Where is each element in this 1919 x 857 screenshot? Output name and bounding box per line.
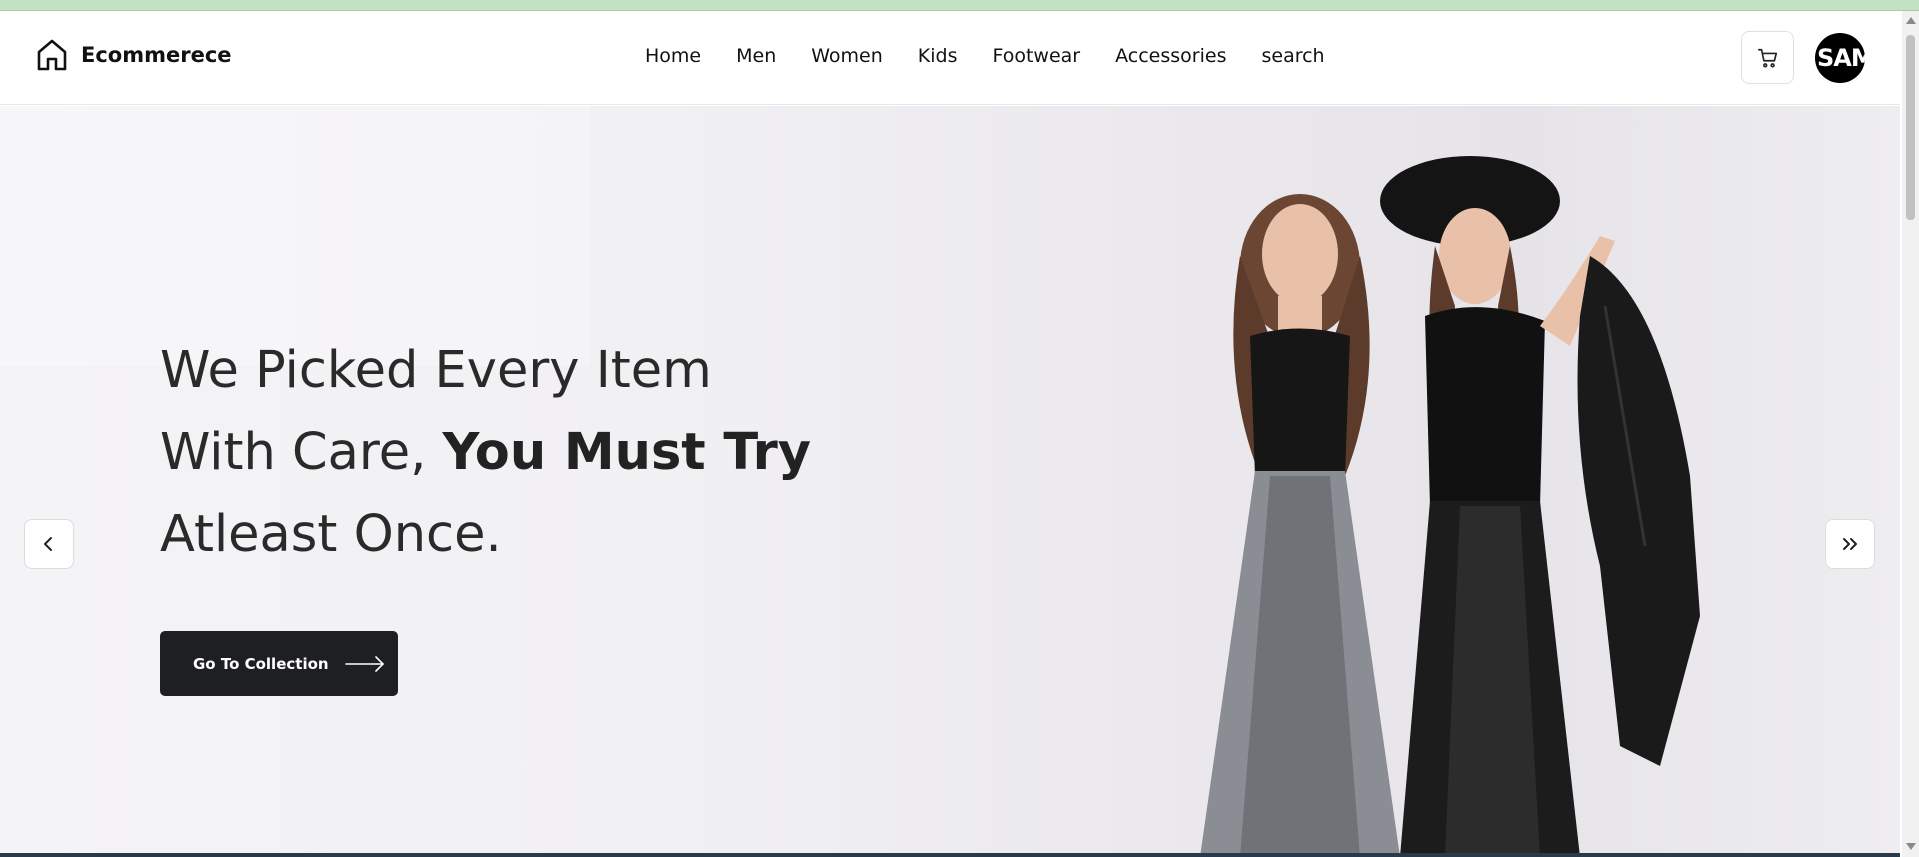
chevron-left-icon bbox=[44, 537, 52, 551]
cart-button[interactable] bbox=[1741, 31, 1794, 84]
scroll-down-arrow-icon[interactable] bbox=[1906, 843, 1916, 850]
brand-name: Ecommerece bbox=[81, 43, 232, 67]
carousel-prev-button[interactable] bbox=[24, 519, 74, 569]
scroll-up-arrow-icon[interactable] bbox=[1906, 17, 1916, 24]
nav-link-women[interactable]: Women bbox=[811, 45, 883, 67]
hero-models-image bbox=[1200, 156, 1700, 857]
nav-link-accessories[interactable]: Accessories bbox=[1115, 45, 1226, 67]
nav-link-men[interactable]: Men bbox=[736, 45, 776, 67]
hero-background-shade bbox=[0, 106, 590, 366]
cta-label: Go To Collection bbox=[193, 654, 329, 673]
headline-line-1: We Picked Every Item bbox=[160, 341, 712, 400]
headline-line-2: With Care, bbox=[160, 423, 427, 482]
nav-link-search[interactable]: search bbox=[1261, 45, 1324, 67]
browser-top-strip bbox=[0, 0, 1919, 11]
hero-headline: We Picked Every Item With Care, You Must… bbox=[160, 330, 860, 576]
go-to-collection-button[interactable]: Go To Collection bbox=[160, 631, 398, 696]
nav-link-kids[interactable]: Kids bbox=[918, 45, 958, 67]
carousel-next-button[interactable] bbox=[1825, 519, 1875, 569]
headline-line-3: Atleast Once. bbox=[160, 505, 502, 564]
scroll-thumb[interactable] bbox=[1906, 35, 1915, 220]
brand-logo[interactable]: Ecommerece bbox=[36, 38, 232, 72]
bottom-edge-line bbox=[0, 853, 1900, 857]
user-avatar[interactable]: SAM bbox=[1815, 33, 1865, 83]
double-chevron-right-icon bbox=[1843, 538, 1857, 550]
page-scrollbar[interactable] bbox=[1902, 11, 1919, 857]
nav-link-home[interactable]: Home bbox=[645, 45, 701, 67]
cart-icon bbox=[1757, 48, 1777, 68]
main-nav: Home Men Women Kids Footwear Accessories… bbox=[645, 45, 1360, 67]
nav-link-footwear[interactable]: Footwear bbox=[992, 45, 1080, 67]
home-icon bbox=[37, 39, 67, 71]
headline-emphasis: You Must Try bbox=[442, 423, 812, 482]
arrow-right-icon bbox=[344, 655, 384, 672]
hero-banner: We Picked Every Item With Care, You Must… bbox=[0, 106, 1900, 857]
navbar: Ecommerece Home Men Women Kids Footwear … bbox=[0, 11, 1900, 105]
